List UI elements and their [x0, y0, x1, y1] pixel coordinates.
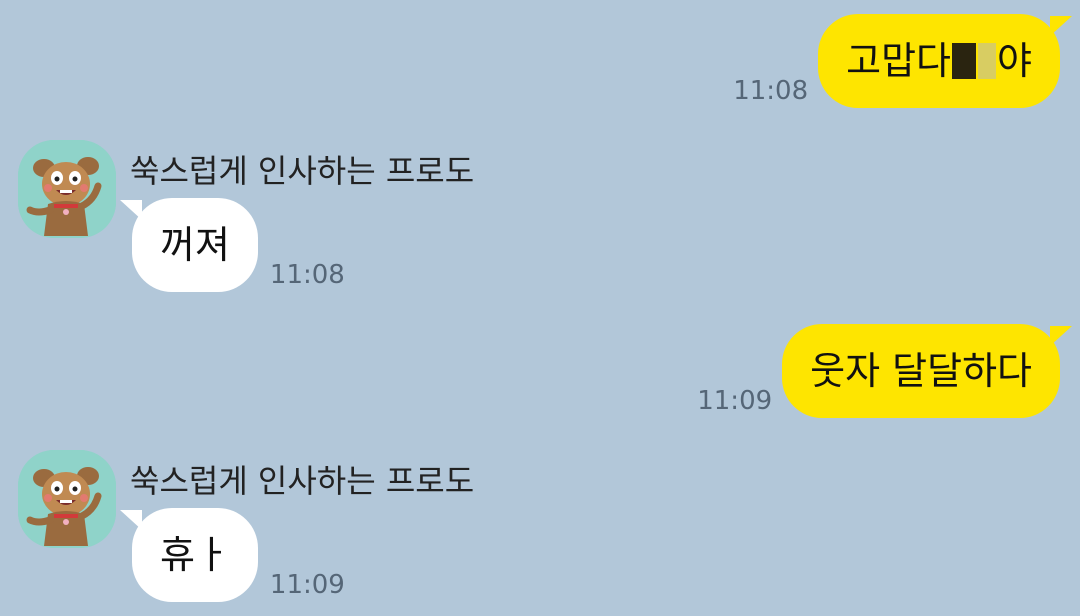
message-time: 11:09	[697, 386, 773, 416]
profile-avatar[interactable]	[18, 140, 116, 238]
outgoing-message: 11:08 고맙다 야	[733, 14, 1072, 108]
chat-room[interactable]: 11:08 고맙다 야 쑥스럽게 인사하는 프로도 꺼져 11:08 11:09…	[0, 0, 1080, 616]
message-text: 휴ㅏ	[160, 533, 230, 577]
message-text: 웃자 달달하다	[810, 349, 1032, 393]
sender-name: 쑥스럽게 인사하는 프로도	[130, 152, 475, 190]
message-time: 11:09	[269, 570, 345, 600]
message-time: 11:08	[269, 260, 345, 290]
frodo-dog-character-icon	[18, 450, 116, 548]
frodo-dog-character-icon	[18, 140, 116, 238]
outgoing-bubble[interactable]: 고맙다 야	[818, 14, 1072, 108]
outgoing-bubble[interactable]: 웃자 달달하다	[782, 324, 1072, 418]
message-time: 11:08	[733, 76, 809, 106]
redaction-mark	[978, 43, 997, 79]
profile-avatar[interactable]	[18, 450, 116, 548]
incoming-bubble[interactable]: 꺼져	[120, 198, 258, 292]
message-text-end: 야	[997, 39, 1032, 83]
redaction-mark	[952, 43, 977, 79]
message-text: 꺼져	[160, 223, 230, 267]
message-text-start: 고맙다	[846, 39, 952, 83]
incoming-row: 꺼져 11:08	[120, 198, 345, 292]
sender-name: 쑥스럽게 인사하는 프로도	[130, 462, 475, 500]
outgoing-message: 11:09 웃자 달달하다	[697, 324, 1072, 418]
incoming-row: 휴ㅏ 11:09	[120, 508, 345, 602]
incoming-bubble[interactable]: 휴ㅏ	[120, 508, 258, 602]
